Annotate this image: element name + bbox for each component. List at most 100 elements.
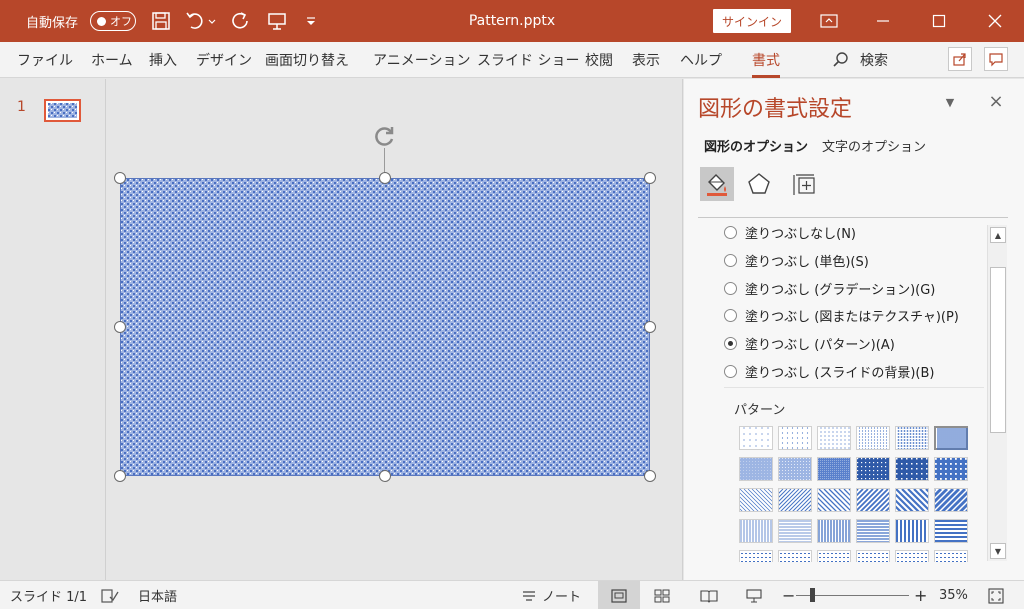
reading-view-icon[interactable]	[700, 581, 718, 609]
resize-handle-left[interactable]	[114, 321, 126, 333]
pane-scrollbar[interactable]: ▲ ▼	[987, 225, 1007, 561]
radio-pattern[interactable]	[724, 336, 737, 350]
pattern-swatch[interactable]	[778, 488, 812, 512]
pattern-rectangle-shape[interactable]	[120, 178, 650, 476]
language-indicator[interactable]: 日本語	[138, 581, 177, 609]
fill-line-icon[interactable]	[700, 167, 734, 201]
tab-help[interactable]: ヘルプ	[680, 42, 722, 78]
rotate-handle-icon[interactable]	[372, 124, 398, 150]
pattern-swatch[interactable]	[817, 426, 851, 450]
fill-option-slide-background[interactable]: 塗りつぶし (スライドの背景)(B)	[724, 361, 934, 381]
pattern-swatch[interactable]	[778, 426, 812, 450]
tab-slideshow[interactable]: スライド ショー	[477, 42, 579, 78]
tab-design[interactable]: デザイン	[196, 42, 252, 78]
close-window-icon[interactable]	[972, 0, 1018, 42]
fill-option-gradient[interactable]: 塗りつぶし (グラデーション)(G)	[724, 278, 935, 298]
slide-sorter-icon[interactable]	[654, 581, 670, 609]
resize-handle-bottom[interactable]	[379, 470, 391, 482]
slideshow-icon[interactable]	[746, 581, 762, 609]
tab-view[interactable]: 表示	[632, 42, 660, 78]
pattern-swatch[interactable]	[778, 550, 812, 562]
resize-handle-top-right[interactable]	[644, 172, 656, 184]
pane-close-icon[interactable]: ×	[986, 91, 1006, 112]
pattern-swatch[interactable]	[778, 457, 812, 481]
slide-thumbnail[interactable]	[44, 99, 81, 122]
pattern-swatch[interactable]	[856, 457, 890, 481]
pattern-swatch[interactable]	[778, 519, 812, 543]
tab-insert[interactable]: 挿入	[149, 42, 177, 78]
fill-option-solid[interactable]: 塗りつぶし (単色)(S)	[724, 250, 869, 270]
save-icon[interactable]	[150, 10, 172, 32]
pattern-swatch[interactable]	[856, 426, 890, 450]
scroll-up-icon[interactable]: ▲	[990, 227, 1006, 243]
notes-button[interactable]: ノート	[522, 581, 581, 609]
resize-handle-right[interactable]	[644, 321, 656, 333]
pattern-swatch[interactable]	[817, 519, 851, 543]
pattern-swatch[interactable]	[895, 488, 929, 512]
radio-slide-background[interactable]	[724, 364, 737, 378]
tab-format[interactable]: 書式	[752, 42, 780, 78]
tab-shape-options[interactable]: 図形のオプション	[704, 136, 808, 155]
fill-option-picture[interactable]: 塗りつぶし (図またはテクスチャ)(P)	[724, 305, 959, 325]
pattern-swatch[interactable]	[856, 550, 890, 562]
ribbon-display-icon[interactable]	[806, 0, 852, 42]
pattern-swatch[interactable]	[817, 488, 851, 512]
tab-home[interactable]: ホーム	[91, 42, 133, 78]
pattern-swatch[interactable]	[739, 488, 773, 512]
tab-animations[interactable]: アニメーション	[373, 42, 470, 78]
tab-file[interactable]: ファイル	[17, 42, 73, 78]
share-button[interactable]	[948, 47, 972, 71]
pattern-swatch[interactable]	[817, 550, 851, 562]
fill-option-none[interactable]: 塗りつぶしなし(N)	[724, 222, 856, 242]
pattern-swatch[interactable]	[856, 488, 890, 512]
tab-transitions[interactable]: 画面切り替え	[265, 42, 349, 78]
autosave-toggle[interactable]: オフ	[90, 11, 136, 31]
resize-handle-bottom-left[interactable]	[114, 470, 126, 482]
undo-icon[interactable]	[184, 10, 206, 32]
pattern-swatch[interactable]	[739, 519, 773, 543]
normal-view-icon[interactable]	[611, 581, 627, 609]
pattern-swatch[interactable]	[895, 457, 929, 481]
pattern-swatch[interactable]	[934, 426, 968, 450]
pattern-swatch[interactable]	[934, 488, 968, 512]
present-icon[interactable]	[266, 10, 288, 32]
pattern-swatch[interactable]	[739, 550, 773, 562]
fill-option-pattern[interactable]: 塗りつぶし (パターン)(A)	[724, 333, 895, 353]
zoom-level[interactable]: 35%	[939, 581, 968, 609]
zoom-out-icon[interactable]: −	[782, 581, 795, 609]
redo-icon[interactable]	[229, 10, 251, 32]
resize-handle-top[interactable]	[379, 172, 391, 184]
pattern-swatch[interactable]	[739, 457, 773, 481]
pattern-swatch[interactable]	[934, 519, 968, 543]
pattern-swatch[interactable]	[895, 550, 929, 562]
tab-review[interactable]: 校閲	[585, 42, 613, 78]
search-box[interactable]: 検索	[832, 42, 888, 78]
comments-button[interactable]	[984, 47, 1008, 71]
pattern-swatch[interactable]	[934, 550, 968, 562]
effects-icon[interactable]	[742, 167, 776, 201]
spelling-check-icon[interactable]	[101, 581, 119, 609]
pane-options-icon[interactable]: ▼	[942, 94, 958, 110]
pattern-swatch[interactable]	[856, 519, 890, 543]
minimize-icon[interactable]	[860, 0, 906, 42]
pattern-swatch[interactable]	[739, 426, 773, 450]
radio-none[interactable]	[724, 225, 737, 239]
resize-handle-top-left[interactable]	[114, 172, 126, 184]
fit-to-window-icon[interactable]	[988, 581, 1004, 609]
scrollbar-thumb[interactable]	[990, 267, 1006, 433]
resize-handle-bottom-right[interactable]	[644, 470, 656, 482]
scroll-down-icon[interactable]: ▼	[990, 543, 1006, 559]
signin-button[interactable]: サインイン	[713, 9, 791, 33]
undo-dropdown-icon[interactable]	[206, 10, 218, 32]
pattern-swatch[interactable]	[895, 426, 929, 450]
maximize-icon[interactable]	[916, 0, 962, 42]
zoom-slider-thumb[interactable]	[810, 588, 815, 602]
zoom-in-icon[interactable]: +	[914, 581, 927, 609]
size-properties-icon[interactable]	[787, 167, 821, 201]
radio-gradient[interactable]	[724, 281, 737, 295]
pattern-swatch[interactable]	[895, 519, 929, 543]
pattern-swatch[interactable]	[934, 457, 968, 481]
customize-qat-icon[interactable]	[300, 10, 322, 32]
radio-solid[interactable]	[724, 253, 737, 267]
pattern-swatch[interactable]	[817, 457, 851, 481]
